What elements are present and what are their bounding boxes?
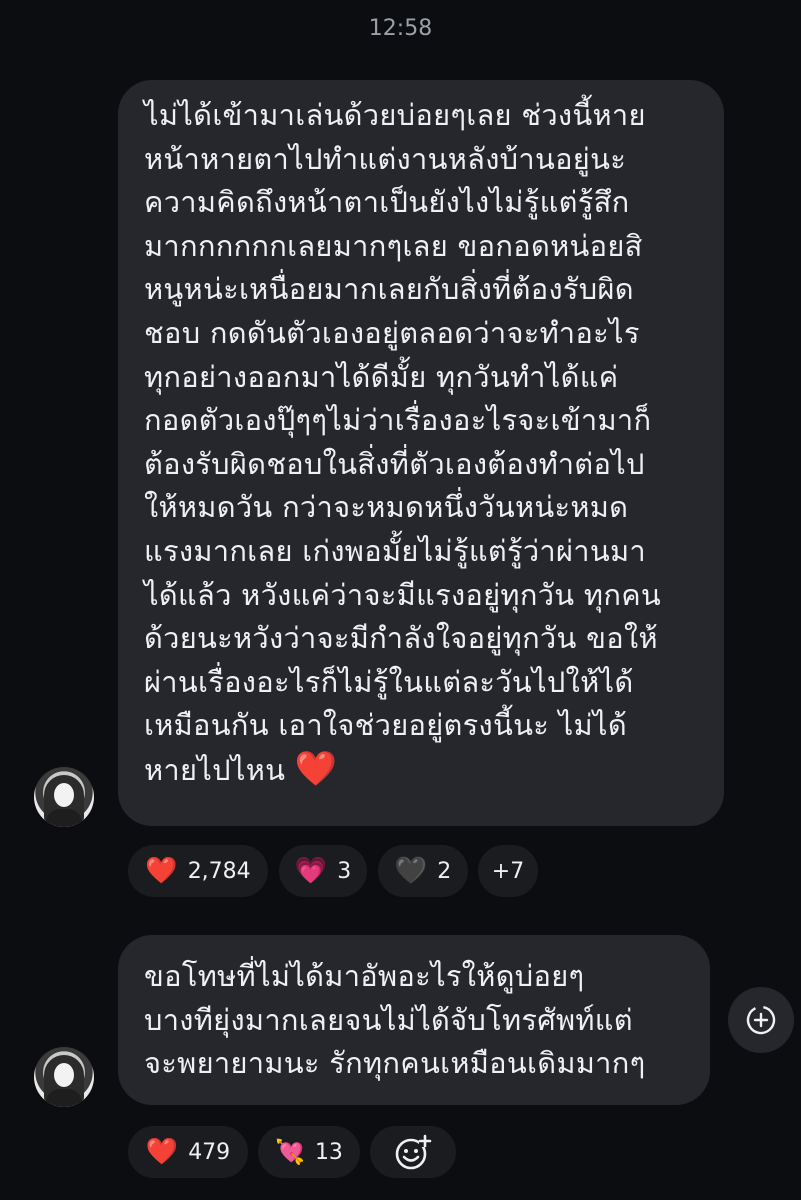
message-line: ให้หมดวัน กว่าจะหมดหนึ่งวันหน่ะหมด [144,490,629,525]
message-line: ความคิดถึงหน้าตาเป็นยังไงไม่รู้แต่รู้สึก [144,185,630,220]
message-line: ผ่านเรื่องอะไรก็ไม่รู้ในแต่ละวันไปให้ได้ [144,664,634,699]
reaction-count: 2,784 [187,858,251,884]
red-heart-icon: ❤️ [145,1137,179,1167]
avatar-body [46,809,82,827]
reaction-pill-heart[interactable]: ❤️ 479 [126,1124,250,1180]
message-line: แรงมากเลย เก่งพอมั้ยไม่รู้แต่รู้ว่าผ่านม… [144,533,646,568]
message-line-text: หายไปไหน [144,752,286,787]
message-line: บางทียุ่งมากเลยจนไม่ได้จับโทรศัพท์แต่ [144,1002,633,1037]
reaction-count: 3 [337,858,352,884]
message-line: ต้องรับผิดชอบในสิ่งที่ตัวเองต้องทำต่อไป [144,446,645,481]
message-line: ด้วยนะหวังว่าจะมีกำลังใจอยู่ทุกวัน ขอให้ [144,621,658,656]
message-bubble[interactable]: ไม่ได้เข้ามาเล่นด้วยบ่อยๆเลย ช่วงนี้หาย … [118,80,724,826]
reaction-pill-heart[interactable]: ❤️ 2,784 [126,843,270,899]
heart-arrow-icon: 💘 [275,1138,305,1166]
message-timestamp: 12:58 [368,16,433,41]
reaction-pill-heart-arrow[interactable]: 💘 13 [256,1124,362,1180]
sender-avatar[interactable] [34,1047,94,1107]
message-line: ได้แล้ว หวังแค่ว่าจะมีแรงอยู่ทุกวัน ทุกค… [144,577,662,612]
message-line-last: หายไปไหน ❤️ [144,748,700,793]
pink-heart-icon: 💗 [294,856,328,886]
share-icon [746,1005,776,1035]
message-line: จะพยายามนะ รักทุกคนเหมือนเดิมมากๆ [144,1046,646,1081]
reaction-count: 479 [188,1139,231,1165]
black-heart-icon: 🖤 [394,856,428,886]
message-line: หนูหน่ะเหนื่อยมากเลยกับสิ่งที่ต้องรับผิด [144,272,634,307]
message-bubble[interactable]: ขอโทษที่ไม่ได้มาอัพอะไรให้ดูบ่อยๆ บางทีย… [118,935,710,1105]
avatar-face [54,783,74,807]
reaction-count: 2 [437,858,452,884]
more-reactions-count: +7 [491,858,525,884]
share-button[interactable] [728,987,794,1053]
reaction-pill-pink-heart[interactable]: 💗 3 [277,843,369,899]
message-line: ขอโทษที่ไม่ได้มาอัพอะไรให้ดูบ่อยๆ [144,959,585,993]
red-heart-emoji: ❤️ [294,748,338,789]
message-line: หน้าหายตาไปทำแต่งานหลังบ้านอยู่นะ [144,141,627,176]
reaction-pill-black-heart[interactable]: 🖤 2 [376,843,470,899]
add-reaction-button[interactable] [368,1124,458,1180]
smile-plus-icon [395,1134,432,1170]
message-line: ทุกอย่างออกมาได้ดีมั้ย ทุกวันทำได้แค่ [144,359,619,394]
avatar-face [54,1063,74,1087]
message-line: ไม่ได้เข้ามาเล่นด้วยบ่อยๆเลย ช่วงนี้หาย [144,98,646,132]
sender-avatar[interactable] [34,767,94,827]
message-line: กอดตัวเองปุ๊ๆๆไม่ว่าเรื่องอะไรจะเข้ามาก็ [144,403,652,438]
reaction-count: 13 [314,1139,343,1165]
red-heart-icon: ❤️ [145,856,178,886]
message-line: ชอบ กดดันตัวเองอยู่ตลอดว่าจะทำอะไร [144,315,640,350]
message-line: มากกกกกกเลยมากๆเลย ขอกอดหน่อยสิ [144,228,643,263]
message-line: เหมือนกัน เอาใจช่วยอยู่ตรงนี้นะ ไม่ได้ [144,708,627,743]
reaction-pill-more[interactable]: +7 [476,843,540,899]
avatar-body [46,1089,82,1107]
